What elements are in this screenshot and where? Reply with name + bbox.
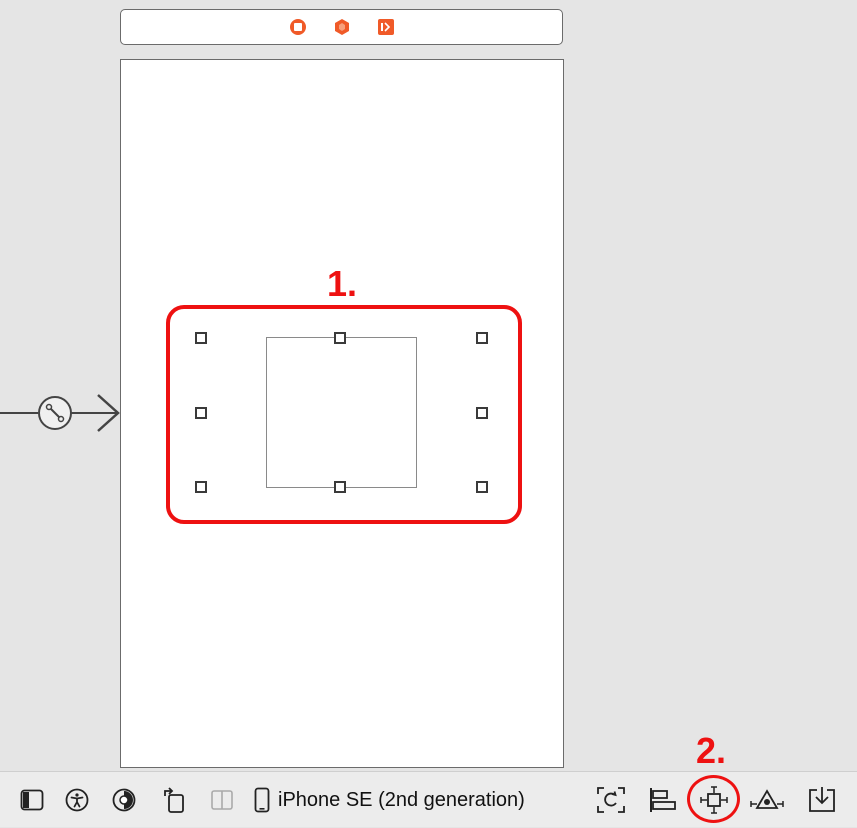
update-frames-icon[interactable] <box>593 772 629 828</box>
annotation-highlight-box <box>166 305 522 524</box>
device-icon <box>254 787 270 813</box>
resolve-autolayout-issues-icon[interactable] <box>748 772 786 828</box>
exit-icon[interactable] <box>375 16 397 38</box>
align-icon[interactable] <box>645 772 681 828</box>
device-selector[interactable]: iPhone SE (2nd generation) <box>254 772 584 828</box>
device-name-label: iPhone SE (2nd generation) <box>278 788 525 811</box>
split-view-icon[interactable] <box>205 772 239 828</box>
view-controller-icon[interactable] <box>287 16 309 38</box>
accessibility-icon[interactable] <box>60 772 94 828</box>
scene-dock <box>120 9 563 45</box>
toggle-document-outline-icon[interactable] <box>15 772 49 828</box>
annotation-step-2: 2. <box>696 730 727 771</box>
orientation-icon[interactable] <box>157 772 191 828</box>
appearance-icon[interactable] <box>107 772 141 828</box>
embed-in-icon[interactable] <box>804 772 840 828</box>
annotation-step-1: 1. <box>327 263 358 304</box>
first-responder-icon[interactable] <box>331 16 353 38</box>
storyboard-entry-point-arrow-icon[interactable] <box>0 390 122 436</box>
annotation-highlight-circle <box>687 775 740 823</box>
